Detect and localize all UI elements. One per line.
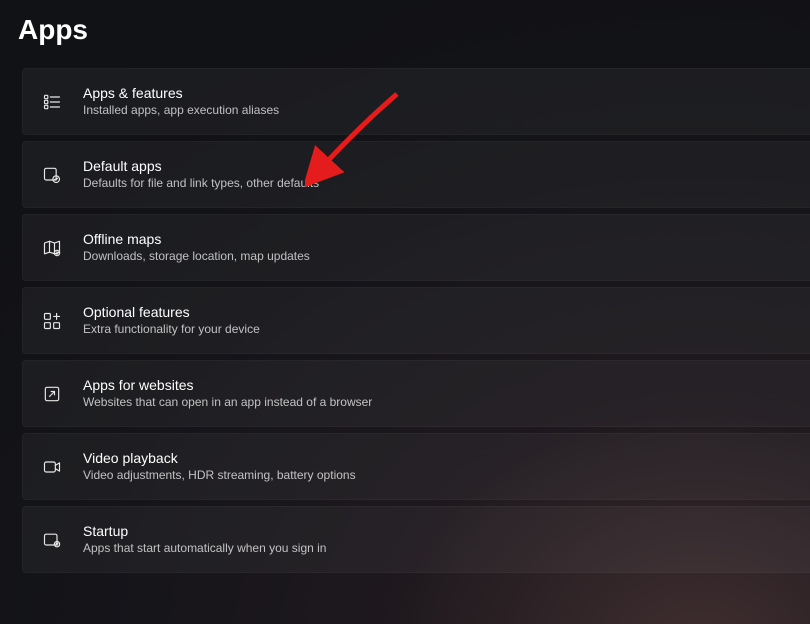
item-optional-features[interactable]: Optional features Extra functionality fo… [22,287,810,354]
item-subtitle: Extra functionality for your device [83,322,260,337]
item-title: Apps for websites [83,377,372,395]
settings-list: Apps & features Installed apps, app exec… [22,68,810,573]
item-apps-for-websites[interactable]: Apps for websites Websites that can open… [22,360,810,427]
item-title: Default apps [83,158,319,176]
item-title: Video playback [83,450,356,468]
video-icon [41,456,63,478]
default-apps-icon [41,164,63,186]
item-title: Optional features [83,304,260,322]
item-subtitle: Defaults for file and link types, other … [83,176,319,191]
item-default-apps[interactable]: Default apps Defaults for file and link … [22,141,810,208]
item-subtitle: Downloads, storage location, map updates [83,249,310,264]
item-title: Offline maps [83,231,310,249]
item-apps-and-features[interactable]: Apps & features Installed apps, app exec… [22,68,810,135]
item-subtitle: Video adjustments, HDR streaming, batter… [83,468,356,483]
apps-list-icon [41,91,63,113]
item-video-playback[interactable]: Video playback Video adjustments, HDR st… [22,433,810,500]
open-external-icon [41,383,63,405]
optional-features-icon [41,310,63,332]
item-subtitle: Apps that start automatically when you s… [83,541,326,556]
item-subtitle: Websites that can open in an app instead… [83,395,372,410]
item-subtitle: Installed apps, app execution aliases [83,103,279,118]
item-title: Startup [83,523,326,541]
item-startup[interactable]: Startup Apps that start automatically wh… [22,506,810,573]
page-title: Apps [0,0,810,46]
startup-icon [41,529,63,551]
map-download-icon [41,237,63,259]
item-offline-maps[interactable]: Offline maps Downloads, storage location… [22,214,810,281]
item-title: Apps & features [83,85,279,103]
